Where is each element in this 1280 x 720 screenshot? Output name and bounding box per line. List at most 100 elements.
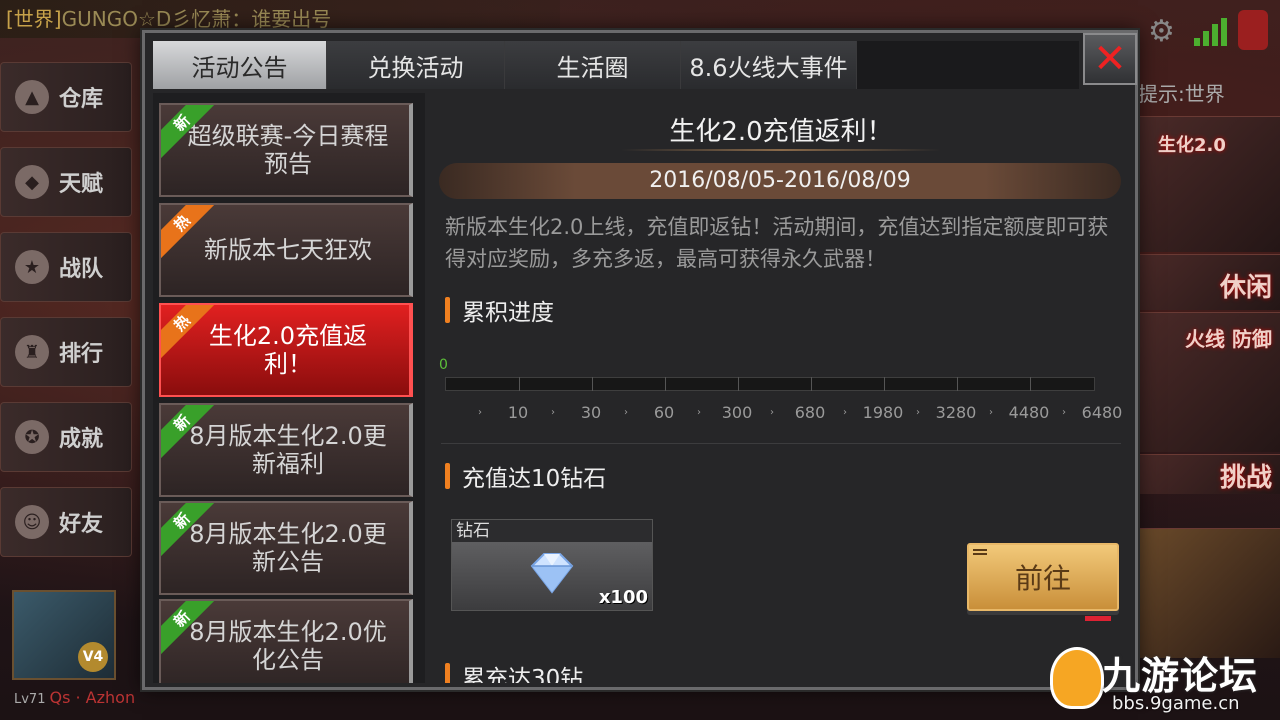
watermark-title: 九游论坛 — [1102, 654, 1259, 698]
badge-label: 新 — [161, 503, 215, 557]
badge-label: 新 — [161, 601, 215, 655]
player-avatar[interactable]: V4 — [12, 590, 116, 680]
milestone-label: 680 — [794, 403, 826, 422]
button-decoration — [973, 549, 987, 555]
settings-gear-icon[interactable]: ⚙ — [1148, 14, 1175, 49]
progress-current-value: 0 — [439, 357, 448, 373]
progress-milestones: › 10 › 30 › 60 › 300 › 680 › 1980 › 3280 › 4480 › 6480 — [445, 403, 1125, 425]
menu-ranking[interactable]: ♜ 排行 — [0, 317, 132, 387]
forum-logo-icon — [1050, 647, 1104, 709]
tier2-heading-label: 累充达30钻 — [462, 666, 584, 683]
event-list-label: 8月版本生化2.0优化公告 — [189, 618, 387, 674]
progress-segment-divider — [738, 377, 739, 391]
tab-bar: 活动公告 兑换活动 生活圈 8.6火线大事件 — [153, 41, 1079, 89]
menu-label: 排行 — [59, 342, 104, 367]
progress-segment-divider — [884, 377, 885, 391]
tier2-heading: 累充达30钻 — [445, 659, 583, 683]
progress-heading-label: 累积进度 — [462, 300, 554, 326]
chat-message: GUNGO☆D彡忆萧：谁要出号 — [61, 7, 332, 31]
section-marker — [445, 463, 450, 489]
event-list-item[interactable]: 新 8月版本生化2.0更新公告 — [159, 501, 413, 595]
team-icon: ★ — [15, 250, 49, 284]
forum-watermark: 九游论坛 bbs.9game.cn — [1050, 645, 1275, 715]
menu-talent[interactable]: ◆ 天赋 — [0, 147, 132, 217]
event-description: 新版本生化2.0上线，充值即返钻！活动期间，充值达到指定额度即可获得对应奖励，多… — [445, 215, 1109, 271]
section-marker — [445, 663, 450, 683]
hot-badge-icon: 热 — [161, 205, 215, 259]
progress-segment-divider — [811, 377, 812, 391]
milestone-marker-icon: › — [916, 407, 920, 418]
event-list-label: 生化2.0充值返利！ — [208, 322, 368, 378]
mode-card-casual[interactable]: 休闲 — [1138, 254, 1280, 310]
event-list-label: 8月版本生化2.0更新公告 — [189, 520, 387, 576]
mode-card-label: 生化2.0 — [1158, 135, 1226, 156]
player-name: Qs · Azhon — [49, 688, 136, 707]
event-detail-panel[interactable]: 生化2.0充值返利！ 2016/08/05-2016/08/09 新版本生化2.… — [431, 93, 1131, 683]
progress-segment-divider — [1030, 377, 1031, 391]
tab-major-event[interactable]: 8.6火线大事件 — [681, 41, 857, 89]
progress-segment-divider — [665, 377, 666, 391]
menu-team[interactable]: ★ 战队 — [0, 232, 132, 302]
event-list-item[interactable]: 新 8月版本生化2.0优化公告 — [159, 599, 413, 683]
hot-badge-icon: 热 — [161, 305, 215, 359]
milestone-marker-icon: › — [770, 407, 774, 418]
medal-icon: ✪ — [15, 420, 49, 454]
milestone-marker-icon: › — [989, 407, 993, 418]
mode-card-label: 挑战 — [1219, 463, 1272, 493]
milestone-marker-icon: › — [843, 407, 847, 418]
mode-card-defense[interactable]: 火线 防御 — [1138, 312, 1280, 452]
event-list-item[interactable]: 热 新版本七天狂欢 — [159, 203, 413, 297]
close-button[interactable]: ✕ — [1083, 33, 1137, 85]
progress-bar — [445, 377, 1095, 391]
menu-friends[interactable]: ☺ 好友 — [0, 487, 132, 557]
close-icon: ✕ — [1093, 36, 1127, 82]
event-list-item[interactable]: 新 超级联赛-今日赛程预告 — [159, 103, 413, 197]
progress-segment-divider — [957, 377, 958, 391]
tab-exchange-events[interactable]: 兑换活动 — [327, 41, 505, 89]
go-button-label: 前往 — [1014, 562, 1071, 595]
right-mode-panel: 提示:世界 生化2.0 休闲 火线 防御 挑战 — [1138, 60, 1280, 700]
vip-badge: V4 — [78, 642, 108, 672]
warehouse-icon: ▲ — [15, 80, 49, 114]
milestone-label: 3280 — [935, 403, 977, 422]
new-badge-icon: 新 — [161, 503, 215, 557]
signal-icon — [1194, 18, 1227, 46]
event-list-label: 8月版本生化2.0更新福利 — [189, 422, 387, 478]
tier1-heading-label: 充值达10钻石 — [462, 466, 607, 492]
tab-life-circle[interactable]: 生活圈 — [505, 41, 681, 89]
go-button[interactable]: 前往 — [967, 543, 1119, 621]
badge-label: 热 — [161, 205, 215, 259]
badge-label: 新 — [161, 105, 215, 159]
reward-quantity: x100 — [598, 587, 648, 608]
event-list-item[interactable]: 新 8月版本生化2.0更新福利 — [159, 403, 413, 497]
section-divider — [441, 443, 1121, 444]
diamond-icon — [530, 553, 574, 594]
event-list-item-active[interactable]: 热 生化2.0充值返利！ — [159, 303, 413, 397]
progress-segment-divider — [519, 377, 520, 391]
menu-label: 战队 — [59, 257, 104, 282]
title-divider — [621, 149, 941, 151]
event-list: 新 超级联赛-今日赛程预告 热 新版本七天狂欢 热 生化2.0充值返利！ 新 8… — [153, 93, 425, 683]
milestone-label: 10 — [507, 403, 529, 422]
button-indicator — [1085, 616, 1111, 621]
mode-card-biochem[interactable]: 生化2.0 — [1138, 116, 1280, 252]
milestone-marker-icon: › — [697, 407, 701, 418]
event-title: 生化2.0充值返利！ — [669, 117, 893, 147]
milestone-marker-icon: › — [551, 407, 555, 418]
milestone-marker-icon: › — [624, 407, 628, 418]
menu-achievement[interactable]: ✪ 成就 — [0, 402, 132, 472]
menu-warehouse[interactable]: ▲ 仓库 — [0, 62, 132, 132]
mode-card-challenge[interactable]: 挑战 — [1138, 454, 1280, 494]
menu-label: 仓库 — [59, 87, 104, 112]
event-date-range: 2016/08/05-2016/08/09 — [439, 163, 1121, 199]
milestone-label: 300 — [721, 403, 753, 422]
phone-icon[interactable] — [1238, 10, 1268, 50]
new-badge-icon: 新 — [161, 601, 215, 655]
progress-segment-divider — [592, 377, 593, 391]
tab-event-announcement[interactable]: 活动公告 — [153, 41, 327, 89]
mode-card-label: 火线 防御 — [1185, 327, 1272, 351]
event-list-label: 新版本七天狂欢 — [204, 236, 372, 264]
top-right-status: ⚙ — [1130, 0, 1280, 60]
reward-item-diamond[interactable]: 钻石 x100 — [451, 519, 653, 611]
event-list-label: 超级联赛-今日赛程预告 — [187, 122, 389, 178]
